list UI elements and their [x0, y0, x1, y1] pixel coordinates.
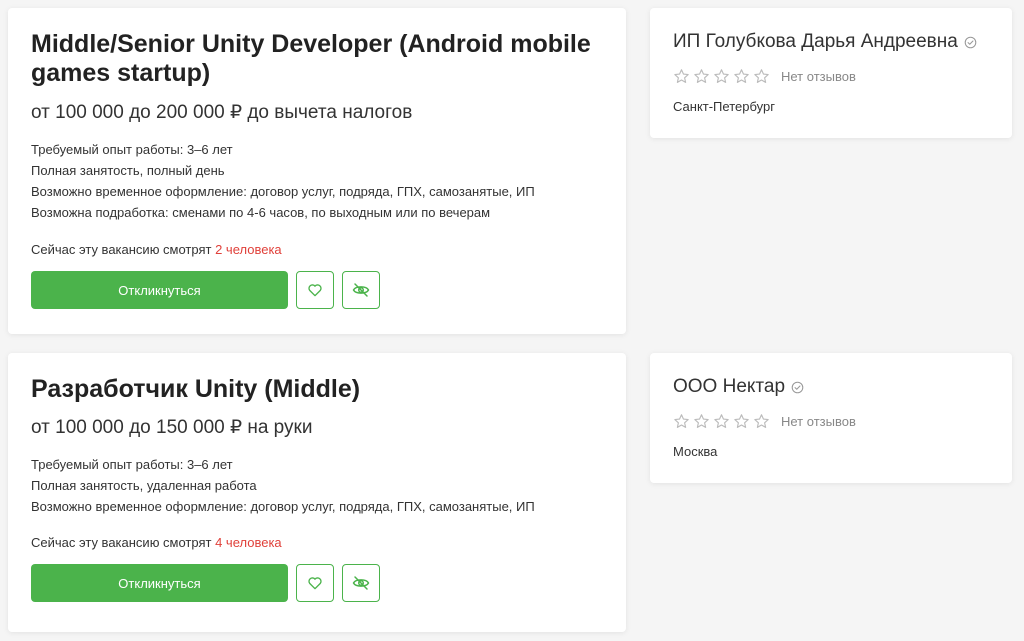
star-icon	[674, 414, 689, 428]
employer-name-row: ООО Нектар	[673, 375, 989, 399]
vacancy-actions: Откликнуться	[31, 271, 603, 309]
watching-info: Сейчас эту вакансию смотрят 2 человека	[31, 241, 603, 259]
vacancy-title[interactable]: Разработчик Unity (Middle)	[31, 375, 603, 404]
star-icon	[754, 69, 769, 83]
favorite-button[interactable]	[296, 271, 334, 309]
detail-experience: Требуемый опыт работы: 3–6 лет	[31, 457, 233, 472]
vacancy-card: Разработчик Unity (Middle) от 100 000 до…	[8, 353, 626, 632]
vacancy-title[interactable]: Middle/Senior Unity Developer (Android m…	[31, 30, 603, 88]
heart-icon	[308, 284, 322, 297]
star-icon	[734, 414, 749, 428]
vacancy-salary: от 100 000 до 150 000 ₽ на руки	[31, 417, 313, 438]
employer-city: Санкт-Петербург	[673, 99, 775, 114]
detail-contract: Возможно временное оформление: договор у…	[31, 499, 535, 514]
employer-card: ИП Голубкова Дарья Андреевна Нет отзывов…	[650, 8, 1012, 138]
watching-count: 4 человека	[215, 535, 282, 550]
employer-name-row: ИП Голубкова Дарья Андреевна	[673, 30, 989, 54]
detail-employment: Полная занятость, удаленная работа	[31, 478, 257, 493]
watching-info: Сейчас эту вакансию смотрят 4 человека	[31, 534, 603, 552]
employer-city: Москва	[673, 444, 718, 459]
employer-name[interactable]: ИП Голубкова Дарья Андреевна	[673, 30, 958, 54]
rating: Нет отзывов	[673, 413, 989, 430]
vacancy-actions: Откликнуться	[31, 564, 603, 602]
detail-part-time: Возможна подработка: сменами по 4-6 часо…	[31, 205, 491, 220]
detail-contract: Возможно временное оформление: договор у…	[31, 184, 535, 199]
star-icon	[714, 69, 729, 83]
reviews-status: Нет отзывов	[781, 414, 856, 429]
watching-text: Сейчас эту вакансию смотрят	[31, 242, 216, 257]
heart-icon	[308, 577, 322, 590]
detail-employment: Полная занятость, полный день	[31, 163, 225, 178]
star-icon	[674, 69, 689, 83]
check-circle-icon	[791, 381, 804, 393]
vacancy-details: Требуемый опыт работы: 3–6 лет Полная за…	[31, 139, 603, 223]
star-icon	[694, 69, 709, 83]
eye-off-icon	[352, 576, 370, 590]
detail-experience: Требуемый опыт работы: 3–6 лет	[31, 142, 233, 157]
vacancy-salary: от 100 000 до 200 000 ₽ до вычета налого…	[31, 102, 413, 123]
star-icon	[694, 414, 709, 428]
favorite-button[interactable]	[296, 564, 334, 602]
watching-text: Сейчас эту вакансию смотрят	[31, 535, 216, 550]
rating: Нет отзывов	[673, 68, 989, 85]
hide-button[interactable]	[342, 271, 380, 309]
star-icon	[734, 69, 749, 83]
star-icon	[714, 414, 729, 428]
employer-card: ООО Нектар Нет отзывов Москва	[650, 353, 1012, 483]
vacancy-details: Требуемый опыт работы: 3–6 лет Полная за…	[31, 454, 603, 517]
respond-button[interactable]: Откликнуться	[31, 564, 288, 602]
star-icon	[754, 414, 769, 428]
respond-button[interactable]: Откликнуться	[31, 271, 288, 309]
vacancy-card: Middle/Senior Unity Developer (Android m…	[8, 8, 626, 334]
check-circle-icon	[964, 36, 977, 48]
employer-name[interactable]: ООО Нектар	[673, 375, 785, 399]
watching-count: 2 человека	[215, 242, 282, 257]
reviews-status: Нет отзывов	[781, 69, 856, 84]
hide-button[interactable]	[342, 564, 380, 602]
eye-off-icon	[352, 283, 370, 297]
